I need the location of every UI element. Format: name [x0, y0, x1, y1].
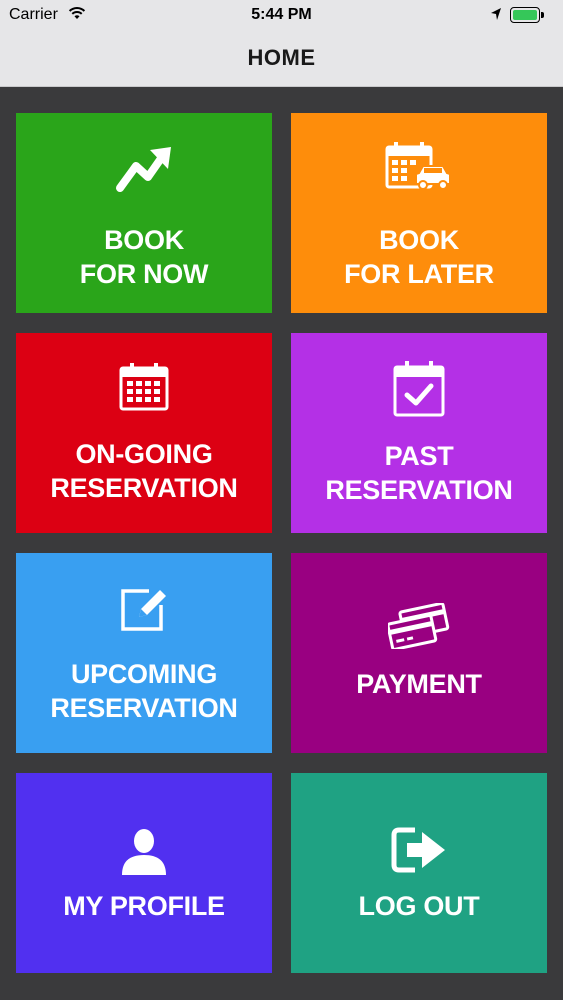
page-title: HOME: [247, 45, 316, 70]
past-reservation-tile[interactable]: PAST RESERVATION: [291, 333, 547, 533]
log-out-tile[interactable]: LOG OUT: [291, 773, 547, 973]
upcoming-reservation-label: UPCOMING RESERVATION: [50, 659, 238, 723]
book-for-later-tile[interactable]: BOOK FOR LATER: [291, 113, 547, 313]
payment-label: PAYMENT: [356, 669, 482, 699]
book-for-later-label: BOOK FOR LATER: [344, 225, 494, 289]
edit-icon: [16, 585, 272, 633]
clock: 5:44 PM: [251, 6, 312, 23]
log-out-label: LOG OUT: [358, 891, 480, 921]
payment-tile[interactable]: PAYMENT: [291, 553, 547, 753]
calendar-icon: [16, 363, 272, 411]
credit-cards-icon: [291, 603, 547, 649]
book-for-now-tile[interactable]: BOOK FOR NOW: [16, 113, 272, 313]
book-for-now-label: BOOK FOR NOW: [79, 225, 209, 289]
menu-grid: BOOK FOR NOW BOOK FOR LATER ON-GOING RES…: [0, 87, 563, 1000]
user-icon: [16, 827, 272, 877]
navigation-bar: HOME: [0, 30, 563, 87]
my-profile-tile[interactable]: MY PROFILE: [16, 773, 272, 973]
location-arrow-icon: [491, 8, 501, 20]
trending-up-icon: [16, 145, 272, 193]
calendar-car-icon: [291, 141, 547, 191]
upcoming-reservation-tile[interactable]: UPCOMING RESERVATION: [16, 553, 272, 753]
status-bar: Carrier 5:44 PM: [0, 0, 563, 30]
past-reservation-label: PAST RESERVATION: [325, 441, 513, 505]
ongoing-reservation-label: ON-GOING RESERVATION: [50, 439, 238, 503]
my-profile-label: MY PROFILE: [63, 891, 225, 921]
ongoing-reservation-tile[interactable]: ON-GOING RESERVATION: [16, 333, 272, 533]
logout-icon: [291, 827, 547, 873]
battery-icon: [510, 7, 544, 23]
calendar-check-icon: [291, 361, 547, 417]
